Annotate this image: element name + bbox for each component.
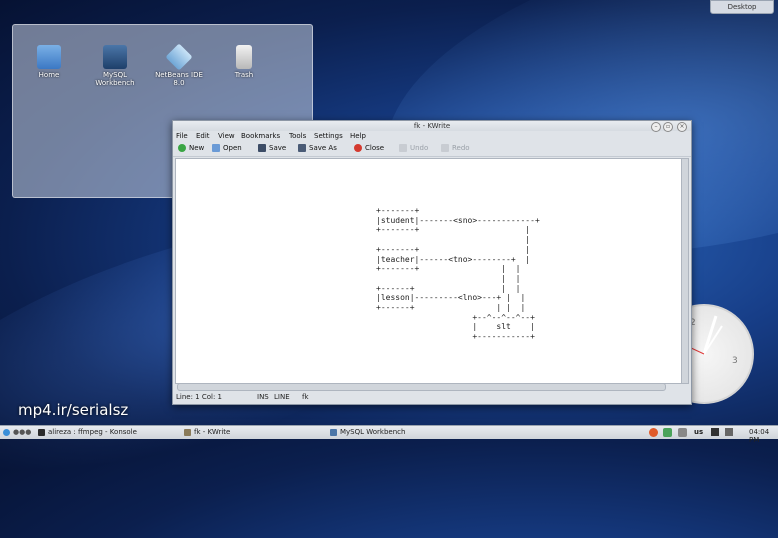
window-titlebar[interactable]: fk - KWrite – ▫ ×: [173, 121, 691, 132]
task-kwrite[interactable]: fk - KWrite: [184, 428, 230, 436]
save-icon: [258, 144, 266, 152]
save-as-icon: [298, 144, 306, 152]
open-folder-icon: [212, 144, 220, 152]
desktop-icon-mysql-workbench[interactable]: MySQL Workbench: [87, 45, 143, 87]
task-label: fk - KWrite: [194, 428, 231, 436]
konsole-icon: [38, 428, 45, 436]
desktop-icon-label: NetBeans IDE 8.0: [155, 71, 203, 87]
menu-edit[interactable]: Edit: [196, 132, 210, 140]
save-as-button[interactable]: Save As: [298, 144, 337, 152]
desktop-icon-home[interactable]: Home: [21, 45, 77, 79]
new-label: New: [189, 144, 205, 152]
desktop-icon-label: Home: [38, 71, 60, 79]
vertical-scrollbar[interactable]: [681, 158, 689, 384]
close-label: Close: [365, 144, 385, 152]
undo-button[interactable]: Undo: [399, 144, 428, 152]
desktop-icon-netbeans[interactable]: NetBeans IDE 8.0: [151, 43, 207, 87]
text-editor-area[interactable]: +-------+ |student|-------<sno>---------…: [175, 158, 684, 384]
desktop-icon-label: Trash: [234, 71, 254, 79]
menu-file[interactable]: File: [176, 132, 188, 140]
kwrite-window: fk - KWrite – ▫ × File Edit View Bookmar…: [172, 120, 692, 405]
kwrite-icon: [184, 428, 191, 436]
redo-label: Redo: [452, 144, 470, 152]
menu-bookmarks[interactable]: Bookmarks: [241, 132, 280, 140]
document-name: fk: [302, 393, 309, 401]
close-document-button[interactable]: Close: [354, 144, 384, 152]
menu-view[interactable]: View: [218, 132, 235, 140]
trash-icon: [236, 45, 252, 69]
taskbar: ●●● alireza : ffmpeg - Konsole fk - KWri…: [0, 425, 778, 444]
open-label: Open: [223, 144, 242, 152]
desktop-icon-trash[interactable]: Trash: [216, 45, 272, 79]
new-button[interactable]: New: [178, 144, 204, 152]
task-konsole[interactable]: alireza : ffmpeg - Konsole: [38, 428, 137, 436]
menu-settings[interactable]: Settings: [314, 132, 343, 140]
menu-help[interactable]: Help: [350, 132, 366, 140]
desktop-icon-label: MySQL Workbench: [95, 71, 135, 87]
cursor-position: Line: 1 Col: 1: [176, 393, 223, 401]
undo-label: Undo: [410, 144, 429, 152]
undo-icon: [399, 144, 407, 152]
task-mysql-workbench[interactable]: MySQL Workbench: [330, 428, 405, 436]
insert-mode[interactable]: INS: [257, 393, 269, 401]
open-button[interactable]: Open: [212, 144, 242, 152]
selection-mode[interactable]: LINE: [274, 393, 290, 401]
application-launcher-button[interactable]: ●●●: [3, 428, 31, 436]
task-label: MySQL Workbench: [340, 428, 406, 436]
task-label: alireza : ffmpeg - Konsole: [48, 428, 137, 436]
netbeans-icon: [165, 43, 193, 71]
save-label: Save: [269, 144, 287, 152]
dots-icon: ●●●: [13, 428, 32, 436]
new-document-icon: [178, 144, 186, 152]
mysql-workbench-icon: [103, 45, 127, 69]
redo-icon: [441, 144, 449, 152]
desktop-toolbox-button[interactable]: Desktop: [710, 0, 774, 14]
status-bar: Line: 1 Col: 1 INS LINE fk: [173, 390, 691, 404]
device-notifier-icon[interactable]: [678, 428, 687, 437]
document-text: +-------+ |student|-------<sno>---------…: [376, 206, 540, 342]
redo-button[interactable]: Redo: [441, 144, 470, 152]
mysql-workbench-icon: [330, 428, 337, 436]
chrome-icon[interactable]: [649, 428, 658, 437]
kde-launcher-icon: [3, 428, 10, 436]
save-button[interactable]: Save: [258, 144, 286, 152]
clock-time[interactable]: 04:04 PM: [749, 428, 778, 444]
clipboard-icon[interactable]: [711, 428, 719, 436]
menu-bar: File Edit View Bookmarks Tools Settings …: [173, 131, 691, 142]
keyboard-layout-indicator[interactable]: us: [694, 428, 703, 436]
battery-icon[interactable]: [725, 428, 733, 436]
main-toolbar: New Open Save Save As Close Undo Redo: [173, 142, 691, 157]
window-title: fk - KWrite: [413, 122, 451, 130]
close-icon: [354, 144, 362, 152]
network-icon[interactable]: [663, 428, 672, 437]
watermark-text: mp4.ir/serialsz: [18, 401, 129, 419]
home-folder-icon: [37, 45, 61, 69]
save-as-label: Save As: [309, 144, 337, 152]
menu-tools[interactable]: Tools: [289, 132, 306, 140]
